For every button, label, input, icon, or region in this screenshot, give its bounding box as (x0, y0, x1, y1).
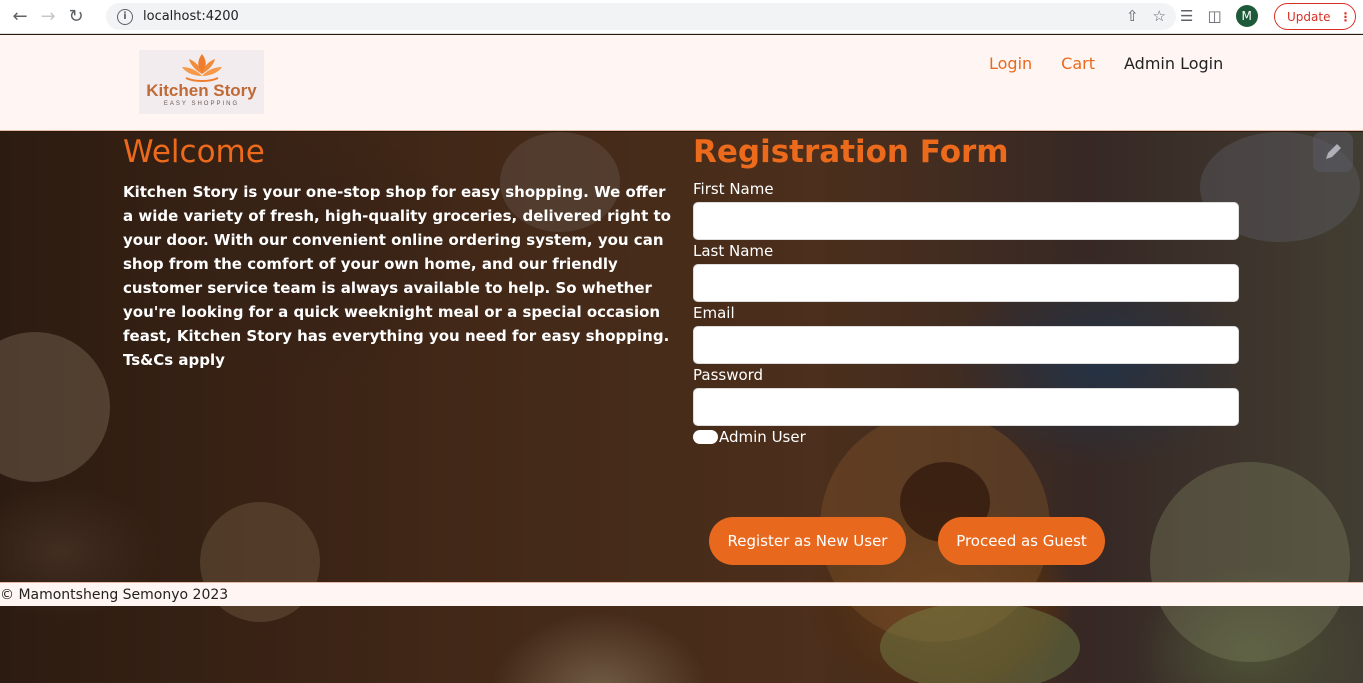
back-arrow-icon[interactable]: ← (6, 3, 34, 31)
admin-user-label: Admin User (719, 428, 806, 446)
last-name-label: Last Name (693, 242, 774, 260)
nav-cart-link[interactable]: Cart (1061, 54, 1095, 73)
password-field[interactable] (693, 388, 1239, 426)
welcome-heading: Welcome (123, 134, 265, 170)
email-label: Email (693, 304, 735, 322)
password-label: Password (693, 366, 764, 384)
site-info-icon[interactable]: i (117, 8, 133, 25)
browser-update-button[interactable]: Update ⋮ (1274, 3, 1356, 30)
pencil-icon (1326, 144, 1341, 159)
admin-user-option: Admin User (693, 428, 806, 446)
nav-login-link[interactable]: Login (989, 54, 1032, 73)
welcome-description: Kitchen Story is your one-stop shop for … (123, 183, 671, 369)
last-name-field[interactable] (693, 264, 1239, 302)
nav-admin-login-link[interactable]: Admin Login (1124, 54, 1223, 73)
proceed-as-guest-button[interactable]: Proceed as Guest (938, 517, 1105, 565)
lotus-icon (181, 54, 222, 82)
logo-subtitle: EASY SHOPPING (163, 101, 240, 107)
kitchen-story-logo[interactable]: Kitchen Story EASY SHOPPING (139, 50, 264, 114)
site-header: Kitchen Story EASY SHOPPING Login Cart A… (0, 35, 1363, 131)
edit-pencil-button[interactable] (1313, 132, 1353, 172)
admin-user-toggle[interactable] (693, 430, 718, 444)
media-queue-icon[interactable]: ☰ (1180, 7, 1193, 25)
update-label: Update (1287, 9, 1331, 24)
register-new-user-button[interactable]: Register as New User (709, 517, 906, 565)
bookmark-star-icon[interactable]: ☆ (1153, 7, 1166, 25)
reload-icon[interactable]: ↻ (62, 3, 90, 31)
address-bar[interactable]: i localhost:4200 ⇧ ☆ (106, 3, 1176, 30)
site-footer: © Mamontsheng Semonyo 2023 (0, 582, 1363, 606)
browser-toolbar: ← → ↻ i localhost:4200 ⇧ ☆ ☰ ◫ M Update … (0, 0, 1363, 34)
logo-title: Kitchen Story (146, 81, 257, 100)
profile-avatar[interactable]: M (1235, 5, 1258, 27)
side-panel-icon[interactable]: ◫ (1207, 7, 1221, 25)
more-menu-icon: ⋮ (1339, 9, 1351, 24)
main-nav: Login Cart Admin Login (989, 54, 1223, 73)
first-name-field[interactable] (693, 202, 1239, 240)
first-name-label: First Name (693, 180, 774, 198)
url-text: localhost:4200 (143, 9, 239, 24)
email-field[interactable] (693, 326, 1239, 364)
forward-arrow-icon[interactable]: → (34, 3, 62, 31)
registration-form-heading: Registration Form (693, 134, 1009, 170)
share-icon[interactable]: ⇧ (1126, 7, 1139, 25)
footer-copyright: © Mamontsheng Semonyo 2023 (0, 586, 229, 603)
